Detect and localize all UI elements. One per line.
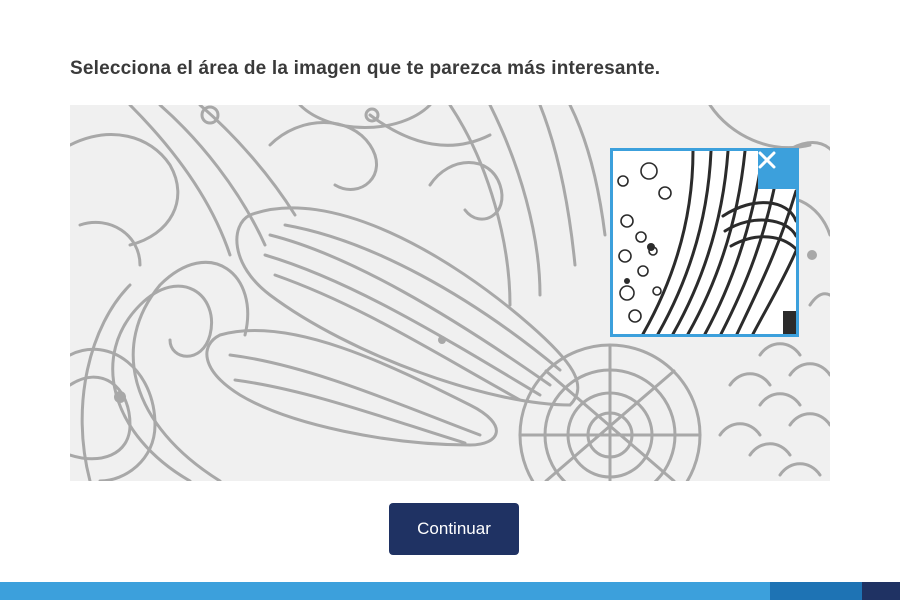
close-icon — [758, 151, 776, 169]
instruction-text: Selecciona el área de la imagen que te p… — [70, 58, 661, 79]
continue-button[interactable]: Continuar — [389, 503, 519, 555]
selection-box[interactable] — [610, 148, 799, 337]
close-selection-button[interactable] — [758, 151, 796, 189]
footer-segment-dark — [862, 582, 900, 600]
image-selection-area[interactable] — [70, 105, 830, 481]
survey-page: Selecciona el área de la imagen que te p… — [0, 0, 900, 600]
footer-segment-light — [0, 582, 770, 600]
footer-bar — [0, 582, 900, 600]
footer-segment-mid — [770, 582, 862, 600]
